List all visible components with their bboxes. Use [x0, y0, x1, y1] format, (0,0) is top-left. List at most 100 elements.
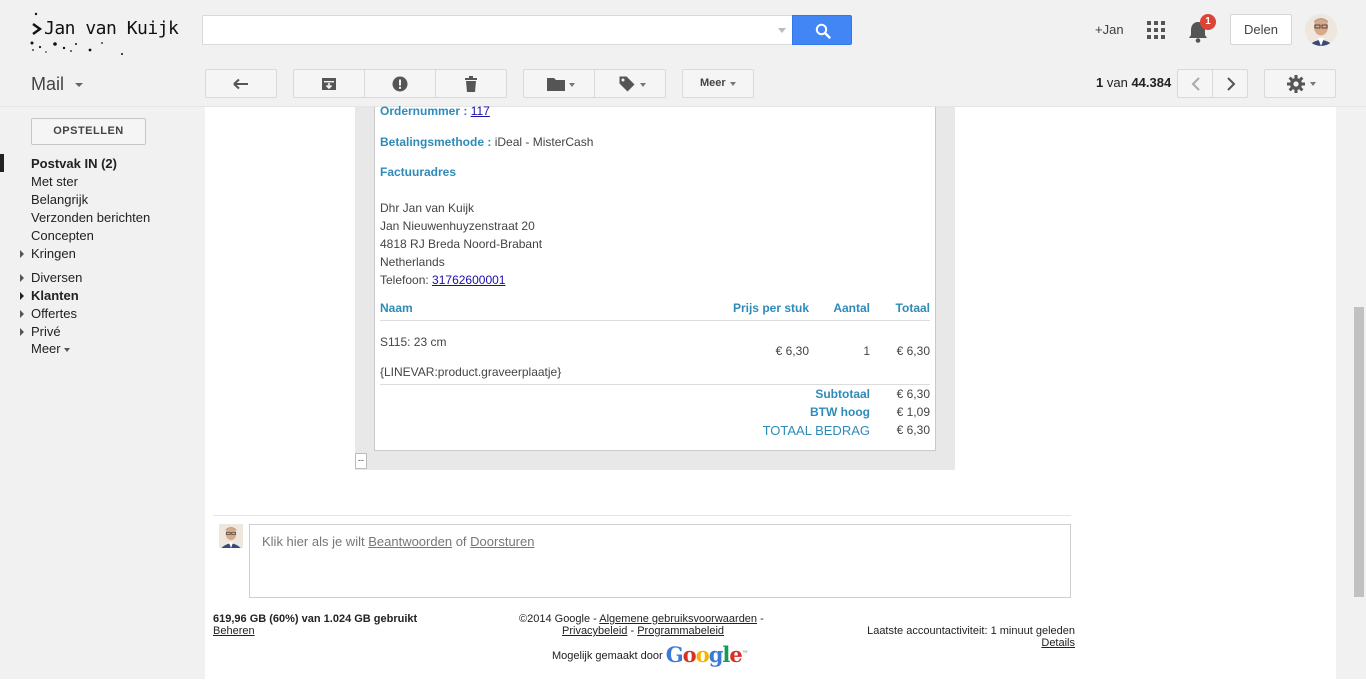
message-pager: 1 van 44.384 [1096, 75, 1171, 90]
compose-button[interactable]: OPSTELLEN [31, 118, 146, 145]
reply-or-text: of [455, 534, 467, 549]
sidebar-item-klanten[interactable]: Klanten [31, 288, 79, 303]
phone-row: Telefoon: 31762600001 [380, 273, 505, 287]
back-button[interactable] [205, 69, 277, 98]
more-chevron-down-icon [730, 82, 736, 86]
report-spam-button[interactable] [364, 69, 436, 98]
label-tag-icon [619, 76, 635, 91]
copyright-text: ©2014 Google - [519, 613, 597, 625]
sidebar: OPSTELLEN Postvak IN (2) Met ster Belang… [0, 107, 205, 683]
line-item-total: € 6,30 [896, 344, 930, 358]
column-header-name: Naam [380, 301, 413, 315]
expand-kringen-icon[interactable] [20, 250, 24, 258]
more-actions-button[interactable]: Meer [682, 69, 754, 98]
newer-message-button[interactable] [1177, 69, 1213, 98]
labels-button[interactable] [594, 69, 666, 98]
vat-value: € 1,09 [896, 405, 930, 419]
privacy-link[interactable]: Privacybeleid [562, 625, 627, 637]
forward-link[interactable]: Doorsturen [470, 534, 534, 549]
plus-user-link[interactable]: +Jan [1095, 22, 1124, 37]
line-item-name: S115: 23 cm [380, 335, 447, 349]
sidebar-item-starred[interactable]: Met ster [31, 174, 78, 189]
reply-divider [213, 515, 1071, 516]
footer-separator: - [630, 625, 635, 637]
archive-button[interactable] [293, 69, 365, 98]
payment-method-row: Betalingsmethode : iDeal - MisterCash [380, 135, 593, 149]
delete-button[interactable] [435, 69, 507, 98]
top-bar: Jan van Kuijk +Jan 1 Delen [0, 0, 1366, 60]
powered-by-text: Mogelijk gemaakt door [552, 650, 663, 662]
sidebar-item-more[interactable]: Meer [31, 341, 70, 356]
mail-toolbar: Mail Meer 1 van 44.384 [0, 60, 1366, 107]
reply-box[interactable]: Klik hier als je wilt Beantwoorden of Do… [249, 524, 1071, 598]
settings-button[interactable] [1264, 69, 1336, 98]
reply-prompt: Klik hier als je wilt Beantwoorden of Do… [262, 534, 534, 549]
logo-text: Jan van Kuijk [44, 18, 179, 39]
storage-usage: 619,96 GB (60%) van 1.024 GB gebruikt [213, 613, 418, 625]
email-body-frame: Ordernummer : 117 Betalingsmethode : iDe… [355, 104, 955, 470]
sidebar-item-offertes[interactable]: Offertes [31, 306, 77, 321]
activity-details-link[interactable]: Details [1041, 637, 1075, 649]
order-number-link[interactable]: 117 [471, 104, 490, 118]
column-header-price: Prijs per stuk [732, 301, 809, 315]
sidebar-item-inbox[interactable]: Postvak IN (2) [31, 156, 117, 171]
expand-klanten-icon[interactable] [20, 292, 24, 300]
expand-prive-icon[interactable] [20, 328, 24, 336]
program-policies-link[interactable]: Programmabeleid [637, 625, 724, 637]
reply-prompt-text: Klik hier als je wilt [262, 534, 365, 549]
search-options-icon[interactable] [778, 28, 786, 33]
notification-count-badge: 1 [1200, 14, 1216, 30]
payment-method-value: iDeal - MisterCash [494, 135, 594, 149]
pager-current: 1 [1096, 75, 1104, 90]
more-folders-chevron-down-icon [63, 347, 70, 352]
sidebar-item-drafts[interactable]: Concepten [31, 228, 94, 243]
sidebar-item-sent[interactable]: Verzonden berichten [31, 210, 150, 225]
expand-diversen-icon[interactable] [20, 274, 24, 282]
sidebar-item-prive[interactable]: Privé [31, 324, 61, 339]
phone-label: Telefoon: [380, 273, 429, 287]
share-button[interactable]: Delen [1230, 14, 1292, 45]
address-line: 4818 RJ Breda Noord-Brabant [380, 237, 543, 251]
line-item-quantity: 1 [863, 344, 870, 358]
sidebar-item-diversen[interactable]: Diversen [31, 270, 82, 285]
message-view: Ordernummer : 117 Betalingsmethode : iDe… [205, 104, 1336, 683]
line-item-price: € 6,30 [775, 344, 809, 358]
expand-offertes-icon[interactable] [20, 310, 24, 318]
bottom-edge [0, 679, 1366, 683]
powered-by: Mogelijk gemaakt door Google™ [552, 642, 748, 667]
scrollbar-thumb[interactable] [1354, 307, 1364, 597]
table-body-divider [380, 384, 930, 385]
search-bar [202, 15, 852, 45]
gear-icon [1287, 75, 1305, 93]
order-number-label: Ordernummer : [380, 104, 468, 118]
grand-total-value: € 6,30 [896, 423, 930, 437]
brand-logo[interactable]: Jan van Kuijk [30, 10, 180, 58]
column-header-total: Totaal [895, 301, 930, 315]
pager-of: van [1106, 75, 1128, 90]
mail-switcher-chevron-down-icon[interactable] [75, 83, 83, 87]
sidebar-item-kringen[interactable]: Kringen [31, 246, 76, 261]
table-header-divider [380, 320, 930, 321]
terms-link[interactable]: Algemene gebruiksvoorwaarden [599, 613, 757, 625]
search-button[interactable] [792, 15, 852, 45]
manage-storage-link[interactable]: Beheren [213, 625, 255, 637]
search-input[interactable] [202, 15, 792, 45]
sidebar-more-label: Meer [31, 341, 61, 356]
mail-app-title[interactable]: Mail [31, 74, 64, 95]
move-to-button[interactable] [523, 69, 595, 98]
reply-link[interactable]: Beantwoorden [368, 534, 452, 549]
older-message-button[interactable] [1212, 69, 1248, 98]
apps-grid-icon[interactable] [1147, 21, 1165, 39]
report-spam-icon [392, 76, 408, 91]
sidebar-item-important[interactable]: Belangrijk [31, 192, 88, 207]
arrow-left-icon [233, 78, 248, 89]
collapse-quoted-text-button[interactable]: -- [355, 453, 367, 469]
user-portrait-icon [1305, 14, 1337, 46]
account-avatar[interactable] [1305, 14, 1337, 46]
phone-link[interactable]: 31762600001 [432, 273, 505, 287]
order-confirmation: Ordernummer : 117 Betalingsmethode : iDe… [374, 104, 936, 451]
address-line: Netherlands [380, 255, 445, 269]
user-portrait-icon [219, 524, 243, 548]
subtotal-label: Subtotaal [815, 387, 870, 401]
subtotal-value: € 6,30 [896, 387, 930, 401]
